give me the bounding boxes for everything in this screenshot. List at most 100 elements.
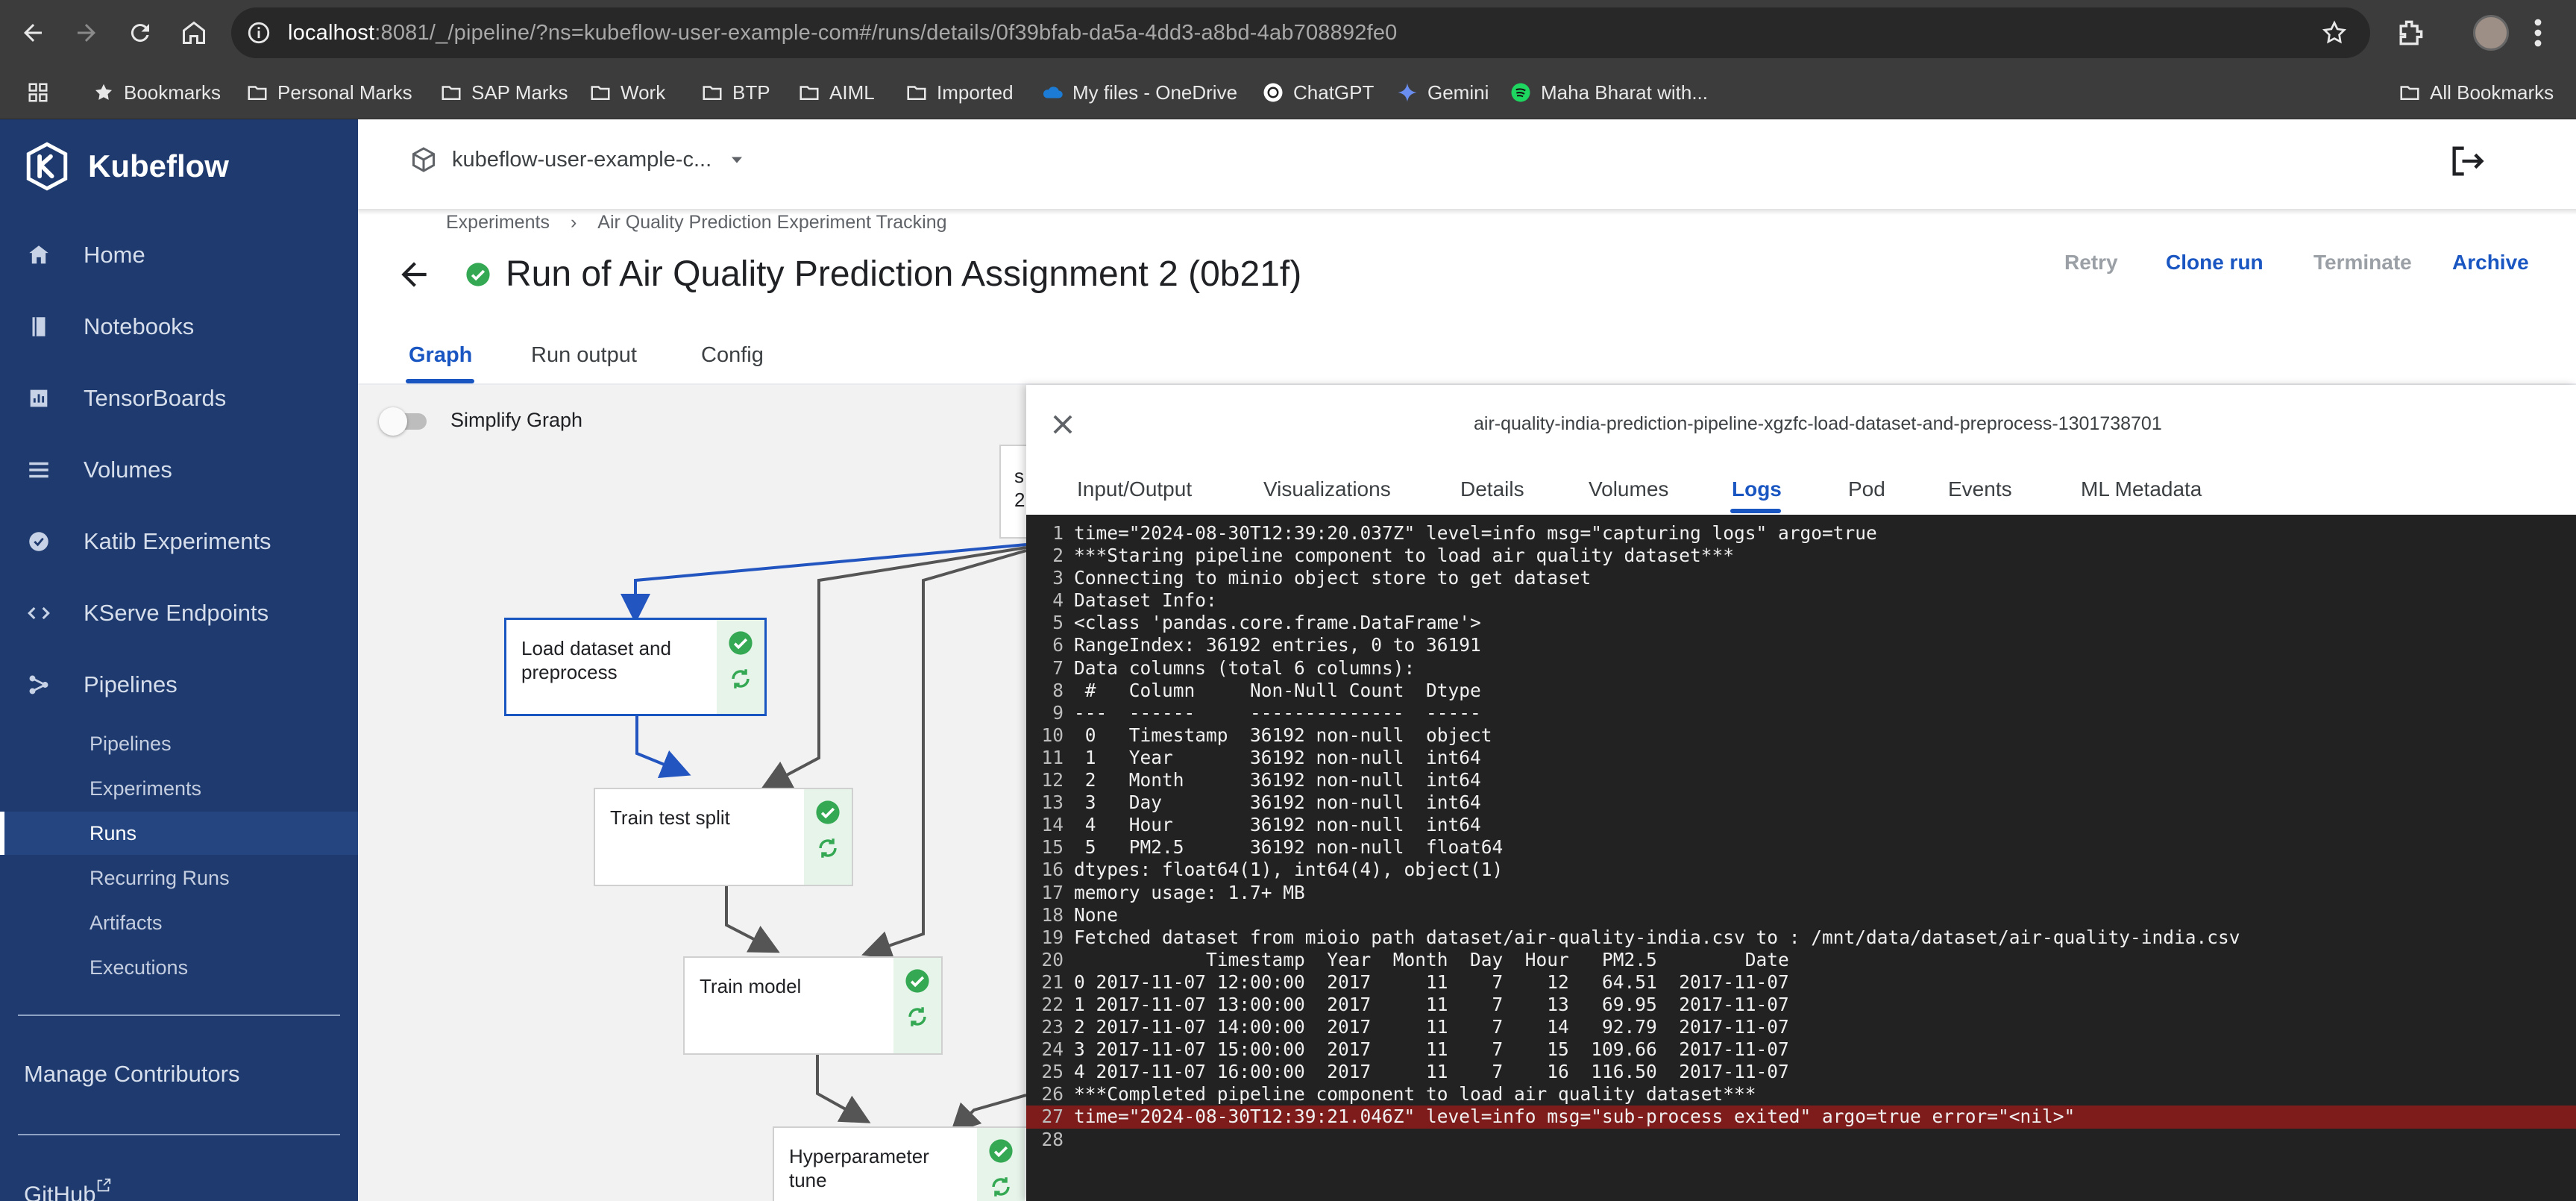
graph-node-train-model[interactable]: Train model: [683, 956, 943, 1055]
sidebar-item-tensorboards[interactable]: TensorBoards: [0, 369, 358, 428]
sidebar-subitem-artifacts[interactable]: Artifacts: [0, 901, 358, 944]
bookmark-item[interactable]: Imported: [905, 76, 1014, 109]
log-line-number: 19: [1041, 926, 1064, 948]
all-bookmarks-button[interactable]: All Bookmarks: [2398, 76, 2554, 109]
tab-run-output[interactable]: Run output: [531, 343, 637, 368]
back-button[interactable]: [15, 15, 51, 51]
bookmark-item[interactable]: My files - OneDrive: [1041, 76, 1237, 109]
log-line-text: 1 Year 36192 non-null int64: [1074, 746, 1492, 768]
log-line-text: 1 2017-11-07 13:00:00 2017 11 7 13 69.95…: [1074, 993, 1789, 1015]
back-arrow-icon[interactable]: [395, 256, 433, 293]
cache-refresh-icon: [908, 1007, 926, 1026]
node-status: [804, 789, 852, 885]
tab-logs[interactable]: Logs: [1732, 477, 1782, 501]
bookmark-item[interactable]: Gemini: [1396, 76, 1489, 109]
pipeline-graph[interactable]: Simplify Graph s 2 Load dataset and prep…: [358, 385, 1026, 1201]
log-line: 24 3 2017-11-07 15:00:00 2017 11 7 15 109…: [1026, 1038, 2576, 1061]
kubeflow-sidebar: Kubeflow Home Notebooks TensorBoards Volume…: [0, 119, 358, 1201]
tab-graph[interactable]: Graph: [409, 343, 472, 368]
log-line: 12 2 Month 36192 non-null int64: [1026, 769, 2576, 791]
github-link[interactable]: GitHub: [24, 1177, 112, 1201]
graph-node-load-dataset[interactable]: Load dataset and preprocess: [504, 618, 767, 716]
folder-icon: [442, 86, 461, 100]
graph-node-hyperparameter-tune[interactable]: Hyperparameter tune: [773, 1126, 1026, 1201]
manage-contributors-link[interactable]: Manage Contributors: [24, 1061, 240, 1088]
forward-button[interactable]: [69, 15, 104, 51]
log-line-number: 22: [1041, 993, 1064, 1015]
breadcrumb-experiment[interactable]: Air Quality Prediction Experiment Tracki…: [597, 212, 946, 233]
log-line: 2 ***Staring pipeline component to load a…: [1026, 545, 2576, 567]
sidebar-subitem-pipelines[interactable]: Pipelines: [0, 722, 358, 765]
tab-visualizations[interactable]: Visualizations: [1263, 477, 1391, 501]
tab-details[interactable]: Details: [1460, 477, 1524, 501]
pod-name: air-quality-india-prediction-pipeline-xg…: [1474, 413, 2162, 434]
terminate-button[interactable]: Terminate: [2313, 251, 2412, 275]
sidebar-item-label: KServe Endpoints: [84, 600, 269, 626]
sidebar-item-home[interactable]: Home: [0, 225, 358, 285]
log-line-text: time="2024-08-30T12:39:20.037Z" level=in…: [1074, 522, 1877, 544]
graph-node-train-test-split[interactable]: Train test split: [594, 788, 853, 886]
log-line-number: 4: [1052, 589, 1064, 612]
sidebar-subitem-label: Recurring Runs: [89, 867, 230, 889]
url-text[interactable]: localhost:8081/_/pipeline/?ns=kubeflow-u…: [288, 21, 1398, 46]
apps-button[interactable]: [27, 76, 49, 109]
retry-button[interactable]: Retry: [2064, 251, 2118, 275]
sidebar-item-kserve-endpoints[interactable]: KServe Endpoints: [0, 583, 358, 643]
sidebar-item-katib-experiments[interactable]: Katib Experiments: [0, 512, 358, 571]
success-check-icon: [905, 969, 929, 993]
node-label: Hyperparameter tune: [789, 1145, 929, 1191]
log-line-text: RangeIndex: 36192 entries, 0 to 36191: [1074, 634, 1481, 656]
sidebar-subitem-experiments[interactable]: Experiments: [0, 767, 358, 810]
bookmark-item[interactable]: Work: [589, 76, 665, 109]
sidebar-item-volumes[interactable]: Volumes: [0, 440, 358, 500]
node-status: [977, 1128, 1025, 1201]
tab-ml-metadata[interactable]: ML Metadata: [2081, 477, 2202, 501]
bookmark-item[interactable]: Bookmarks: [92, 76, 221, 109]
sidebar-subitem-runs[interactable]: Runs: [0, 812, 358, 855]
sidebar-subitem-label: Artifacts: [89, 912, 163, 934]
log-line-number: 16: [1041, 859, 1064, 881]
bookmark-item[interactable]: ChatGPT: [1262, 76, 1374, 109]
log-line-number: 23: [1041, 1016, 1064, 1038]
bookmark-item[interactable]: BTP: [701, 76, 770, 109]
log-line: 4 Dataset Info:: [1026, 589, 2576, 612]
sidebar-subitem-label: Executions: [89, 956, 189, 979]
kebab-menu-icon[interactable]: [2533, 18, 2543, 48]
sidebar-item-pipelines[interactable]: Pipelines: [0, 655, 358, 715]
bookmark-star-icon[interactable]: [2321, 19, 2348, 46]
tab-volumes[interactable]: Volumes: [1589, 477, 1668, 501]
log-line-number: 28: [1041, 1128, 1064, 1150]
tab-pod[interactable]: Pod: [1848, 477, 1885, 501]
tab-input-output[interactable]: Input/Output: [1077, 477, 1192, 501]
tab-events[interactable]: Events: [1948, 477, 2012, 501]
breadcrumb-experiments[interactable]: Experiments: [446, 212, 550, 233]
notebook-icon: [24, 312, 54, 342]
sidebar-subitem-executions[interactable]: Executions: [0, 946, 358, 989]
log-line-number: 24: [1041, 1038, 1064, 1061]
bookmark-item[interactable]: Personal Marks: [246, 76, 412, 109]
bookmark-item[interactable]: AIML: [798, 76, 875, 109]
logout-icon[interactable]: [2448, 142, 2487, 181]
archive-button[interactable]: Archive: [2452, 251, 2529, 275]
extensions-icon[interactable]: [2394, 16, 2427, 49]
url-host: localhost: [288, 21, 375, 45]
sidebar-item-notebooks[interactable]: Notebooks: [0, 297, 358, 357]
address-bar[interactable]: localhost:8081/_/pipeline/?ns=kubeflow-u…: [231, 7, 2370, 58]
kubeflow-logo[interactable]: Kubeflow: [22, 142, 229, 191]
simplify-graph-toggle[interactable]: [379, 407, 428, 436]
sidebar-subitem-recurring-runs[interactable]: Recurring Runs: [0, 856, 358, 900]
sidebar-divider: [18, 1134, 340, 1135]
home-button[interactable]: [176, 15, 212, 51]
namespace-selector[interactable]: kubeflow-user-example-c...: [410, 146, 747, 173]
tab-config[interactable]: Config: [701, 343, 764, 368]
close-icon[interactable]: [1049, 410, 1077, 439]
bookmark-item[interactable]: SAP Marks: [440, 76, 568, 109]
bookmark-item[interactable]: Maha Bharat with...: [1510, 76, 1708, 109]
profile-avatar[interactable]: [2473, 15, 2509, 51]
graph-node-partial[interactable]: s 2: [999, 445, 1026, 539]
site-info-icon[interactable]: [246, 20, 271, 46]
log-viewer[interactable]: 1 time="2024-08-30T12:39:20.037Z" level=i…: [1026, 515, 2576, 1201]
reload-button[interactable]: [122, 15, 158, 51]
log-line-number: 25: [1041, 1061, 1064, 1083]
clone-run-button[interactable]: Clone run: [2166, 251, 2264, 275]
